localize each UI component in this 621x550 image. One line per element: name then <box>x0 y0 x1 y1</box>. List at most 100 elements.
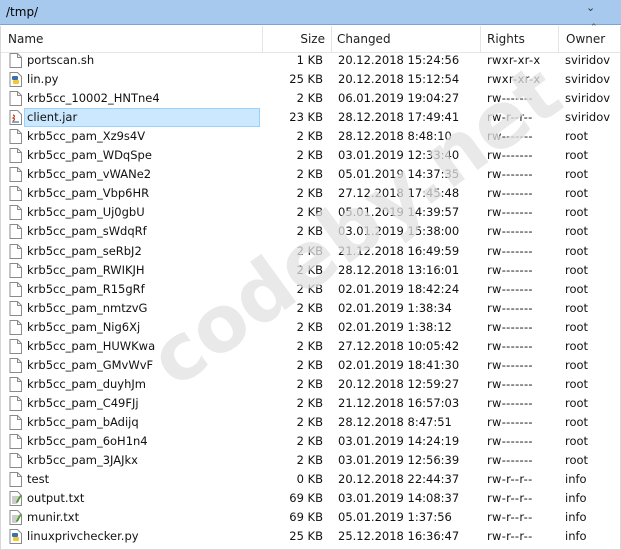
file-rights: rw------- <box>487 91 533 106</box>
file-name: krb5cc_pam_Vbp6HR <box>27 186 150 201</box>
column-divider[interactable] <box>331 26 332 52</box>
file-size: 2 KB <box>296 129 323 144</box>
file-row[interactable]: krb5cc_pam_duyhJm 2 KB 20.12.2018 12:59:27… <box>0 375 621 394</box>
file-owner: sviridov <box>565 91 611 106</box>
file-size: 2 KB <box>296 414 323 429</box>
file-icon <box>9 453 22 469</box>
file-row[interactable]: output.txt 69 KB 03.01.2019 14:08:37 rw-r--… <box>0 489 621 508</box>
file-row[interactable]: krb5cc_pam_Vbp6HR 2 KB 27.12.2018 17:45:48… <box>0 184 621 203</box>
file-name: krb5cc_pam_Nig6Xj <box>27 319 141 334</box>
file-owner: info <box>565 491 587 506</box>
column-changed-header[interactable]: Changed <box>337 26 391 52</box>
file-owner: root <box>565 205 589 220</box>
file-size: 2 KB <box>296 453 323 468</box>
file-name: krb5cc_pam_6oH1n4 <box>27 434 148 448</box>
file-row[interactable]: linuxprivchecker.py 25 KB 25.12.2018 16:36… <box>0 527 621 546</box>
file-row[interactable]: krb5cc_pam_bAdijq 2 KB 28.12.2018 8:47:51 r… <box>0 413 621 432</box>
file-size: 2 KB <box>296 357 323 372</box>
file-name: krb5cc_pam_bAdijq <box>27 414 139 429</box>
file-size: 2 KB <box>296 434 323 448</box>
chevron-down-icon[interactable]: ⌄ <box>586 1 595 14</box>
file-row[interactable]: krb5cc_pam_nmtzvG 2 KB 02.01.2019 1:38:34 r… <box>0 299 621 318</box>
file-owner: root <box>565 453 589 468</box>
file-changed: 06.01.2019 19:04:27 <box>338 91 460 106</box>
file-rights: rw------- <box>487 167 533 182</box>
file-rights: rw------- <box>487 129 533 144</box>
file-changed: 03.01.2019 15:38:00 <box>338 224 460 239</box>
file-row[interactable]: krb5cc_10002_HNTne4 2 KB 06.01.2019 19:04:… <box>0 89 621 108</box>
file-name: output.txt <box>27 491 85 506</box>
column-size-header[interactable]: Size <box>262 26 325 52</box>
path-bar[interactable]: /tmp/ ⌄ <box>0 0 621 25</box>
file-changed: 28.12.2018 8:47:51 <box>338 414 452 429</box>
file-name: krb5cc_pam_Xz9s4V <box>27 129 146 144</box>
file-row[interactable]: krb5cc_pam_6oH1n4 2 KB 03.01.2019 14:24:19… <box>0 432 621 451</box>
file-row[interactable]: munir.txt 69 KB 05.01.2019 1:37:56 rw-r--r-… <box>0 508 621 527</box>
file-rights: rw------- <box>487 262 533 277</box>
file-owner: sviridov <box>565 53 611 67</box>
file-row[interactable]: krb5cc_pam_Nig6Xj 2 KB 02.01.2019 1:38:12 r… <box>0 318 621 337</box>
file-name: test <box>27 472 50 487</box>
file-icon <box>9 472 22 488</box>
column-owner-header[interactable]: Owner <box>566 26 605 52</box>
file-rights: rw------- <box>487 414 533 429</box>
file-row[interactable]: krb5cc_pam_Xz9s4V 2 KB 28.12.2018 8:48:10 r… <box>0 127 621 146</box>
file-rights: rw------- <box>487 205 533 220</box>
file-row[interactable]: krb5cc_pam_RWIKJH 2 KB 28.12.2018 13:16:01… <box>0 261 621 280</box>
file-rights: rw-r--r-- <box>487 510 533 525</box>
file-row[interactable]: krb5cc_pam_seRbJ2 2 KB 21.12.2018 16:49:59… <box>0 242 621 261</box>
file-icon <box>9 167 22 183</box>
file-owner: root <box>565 414 589 429</box>
file-row[interactable]: client.jar 23 KB 28.12.2018 17:49:41 rw-r--… <box>0 108 621 128</box>
file-icon <box>9 414 22 430</box>
file-size: 2 KB <box>296 300 323 315</box>
file-name: krb5cc_pam_C49FJj <box>27 395 139 410</box>
file-name: krb5cc_pam_sWdqRf <box>27 224 147 239</box>
file-name: linuxprivchecker.py <box>27 529 139 544</box>
column-name-header[interactable]: Name <box>8 26 43 52</box>
file-changed: 28.12.2018 8:48:10 <box>338 129 452 144</box>
file-owner: info <box>565 472 587 487</box>
file-row[interactable]: krb5cc_pam_sWdqRf 2 KB 03.01.2019 15:38:00… <box>0 222 621 241</box>
file-name: krb5cc_pam_WDqSpe <box>27 148 152 163</box>
file-changed: 20.12.2018 15:24:56 <box>338 53 460 67</box>
file-row[interactable]: krb5cc_pam_vWANe2 2 KB 05.01.2019 14:37:35… <box>0 165 621 184</box>
file-row[interactable]: krb5cc_pam_GMvWvF 2 KB 02.01.2019 18:41:30… <box>0 356 621 375</box>
file-icon <box>9 357 22 373</box>
file-owner: root <box>565 167 589 182</box>
file-changed: 03.01.2019 12:56:39 <box>338 453 460 468</box>
file-row[interactable]: krb5cc_pam_HUWKwa 2 KB 27.12.2018 10:05:42… <box>0 337 621 356</box>
file-rights: rw------- <box>487 319 533 334</box>
text-file-icon <box>9 510 22 526</box>
file-row[interactable]: krb5cc_pam_3JAJkx 2 KB 03.01.2019 12:56:39… <box>0 451 621 470</box>
column-divider[interactable] <box>558 26 559 52</box>
file-size: 2 KB <box>296 167 323 182</box>
file-rights: rwxr-xr-x <box>487 53 541 67</box>
file-icon <box>9 186 22 202</box>
file-owner: root <box>565 224 589 239</box>
file-row[interactable]: test 0 KB 20.12.2018 22:44:37 rw-r--r-- info <box>0 470 621 489</box>
file-owner: root <box>565 395 589 410</box>
column-divider[interactable] <box>480 26 481 52</box>
file-rights: rw------- <box>487 434 533 448</box>
file-changed: 02.01.2019 18:41:30 <box>338 357 460 372</box>
file-changed: 02.01.2019 18:42:24 <box>338 281 460 296</box>
file-icon <box>9 91 22 107</box>
file-name: client.jar <box>27 110 78 125</box>
file-changed: 21.12.2018 16:49:59 <box>338 243 460 258</box>
file-row[interactable]: lin.py 25 KB 20.12.2018 15:12:54 rwxr-xr-x s… <box>0 70 621 89</box>
frame-edge <box>0 26 1 550</box>
file-icon <box>9 129 22 145</box>
file-row[interactable]: portscan.sh 1 KB 20.12.2018 15:24:56 rwxr-x… <box>0 51 621 70</box>
file-row[interactable]: krb5cc_pam_Uj0gbU 2 KB 05.01.2019 14:39:57… <box>0 203 621 222</box>
column-rights-header[interactable]: Rights <box>487 26 525 52</box>
file-row[interactable]: krb5cc_pam_WDqSpe 2 KB 03.01.2019 12:33:40… <box>0 146 621 165</box>
file-rights: rw-r--r-- <box>487 472 533 487</box>
file-changed: 20.12.2018 15:12:54 <box>338 72 460 87</box>
file-row[interactable]: krb5cc_pam_R15gRf 2 KB 02.01.2019 18:42:24… <box>0 280 621 299</box>
file-icon <box>9 338 22 354</box>
text-file-icon <box>9 491 22 507</box>
file-changed: 28.12.2018 17:49:41 <box>338 110 460 125</box>
file-rights: rw------- <box>487 395 533 410</box>
file-row[interactable]: krb5cc_pam_C49FJj 2 KB 21.12.2018 16:57:03… <box>0 394 621 413</box>
